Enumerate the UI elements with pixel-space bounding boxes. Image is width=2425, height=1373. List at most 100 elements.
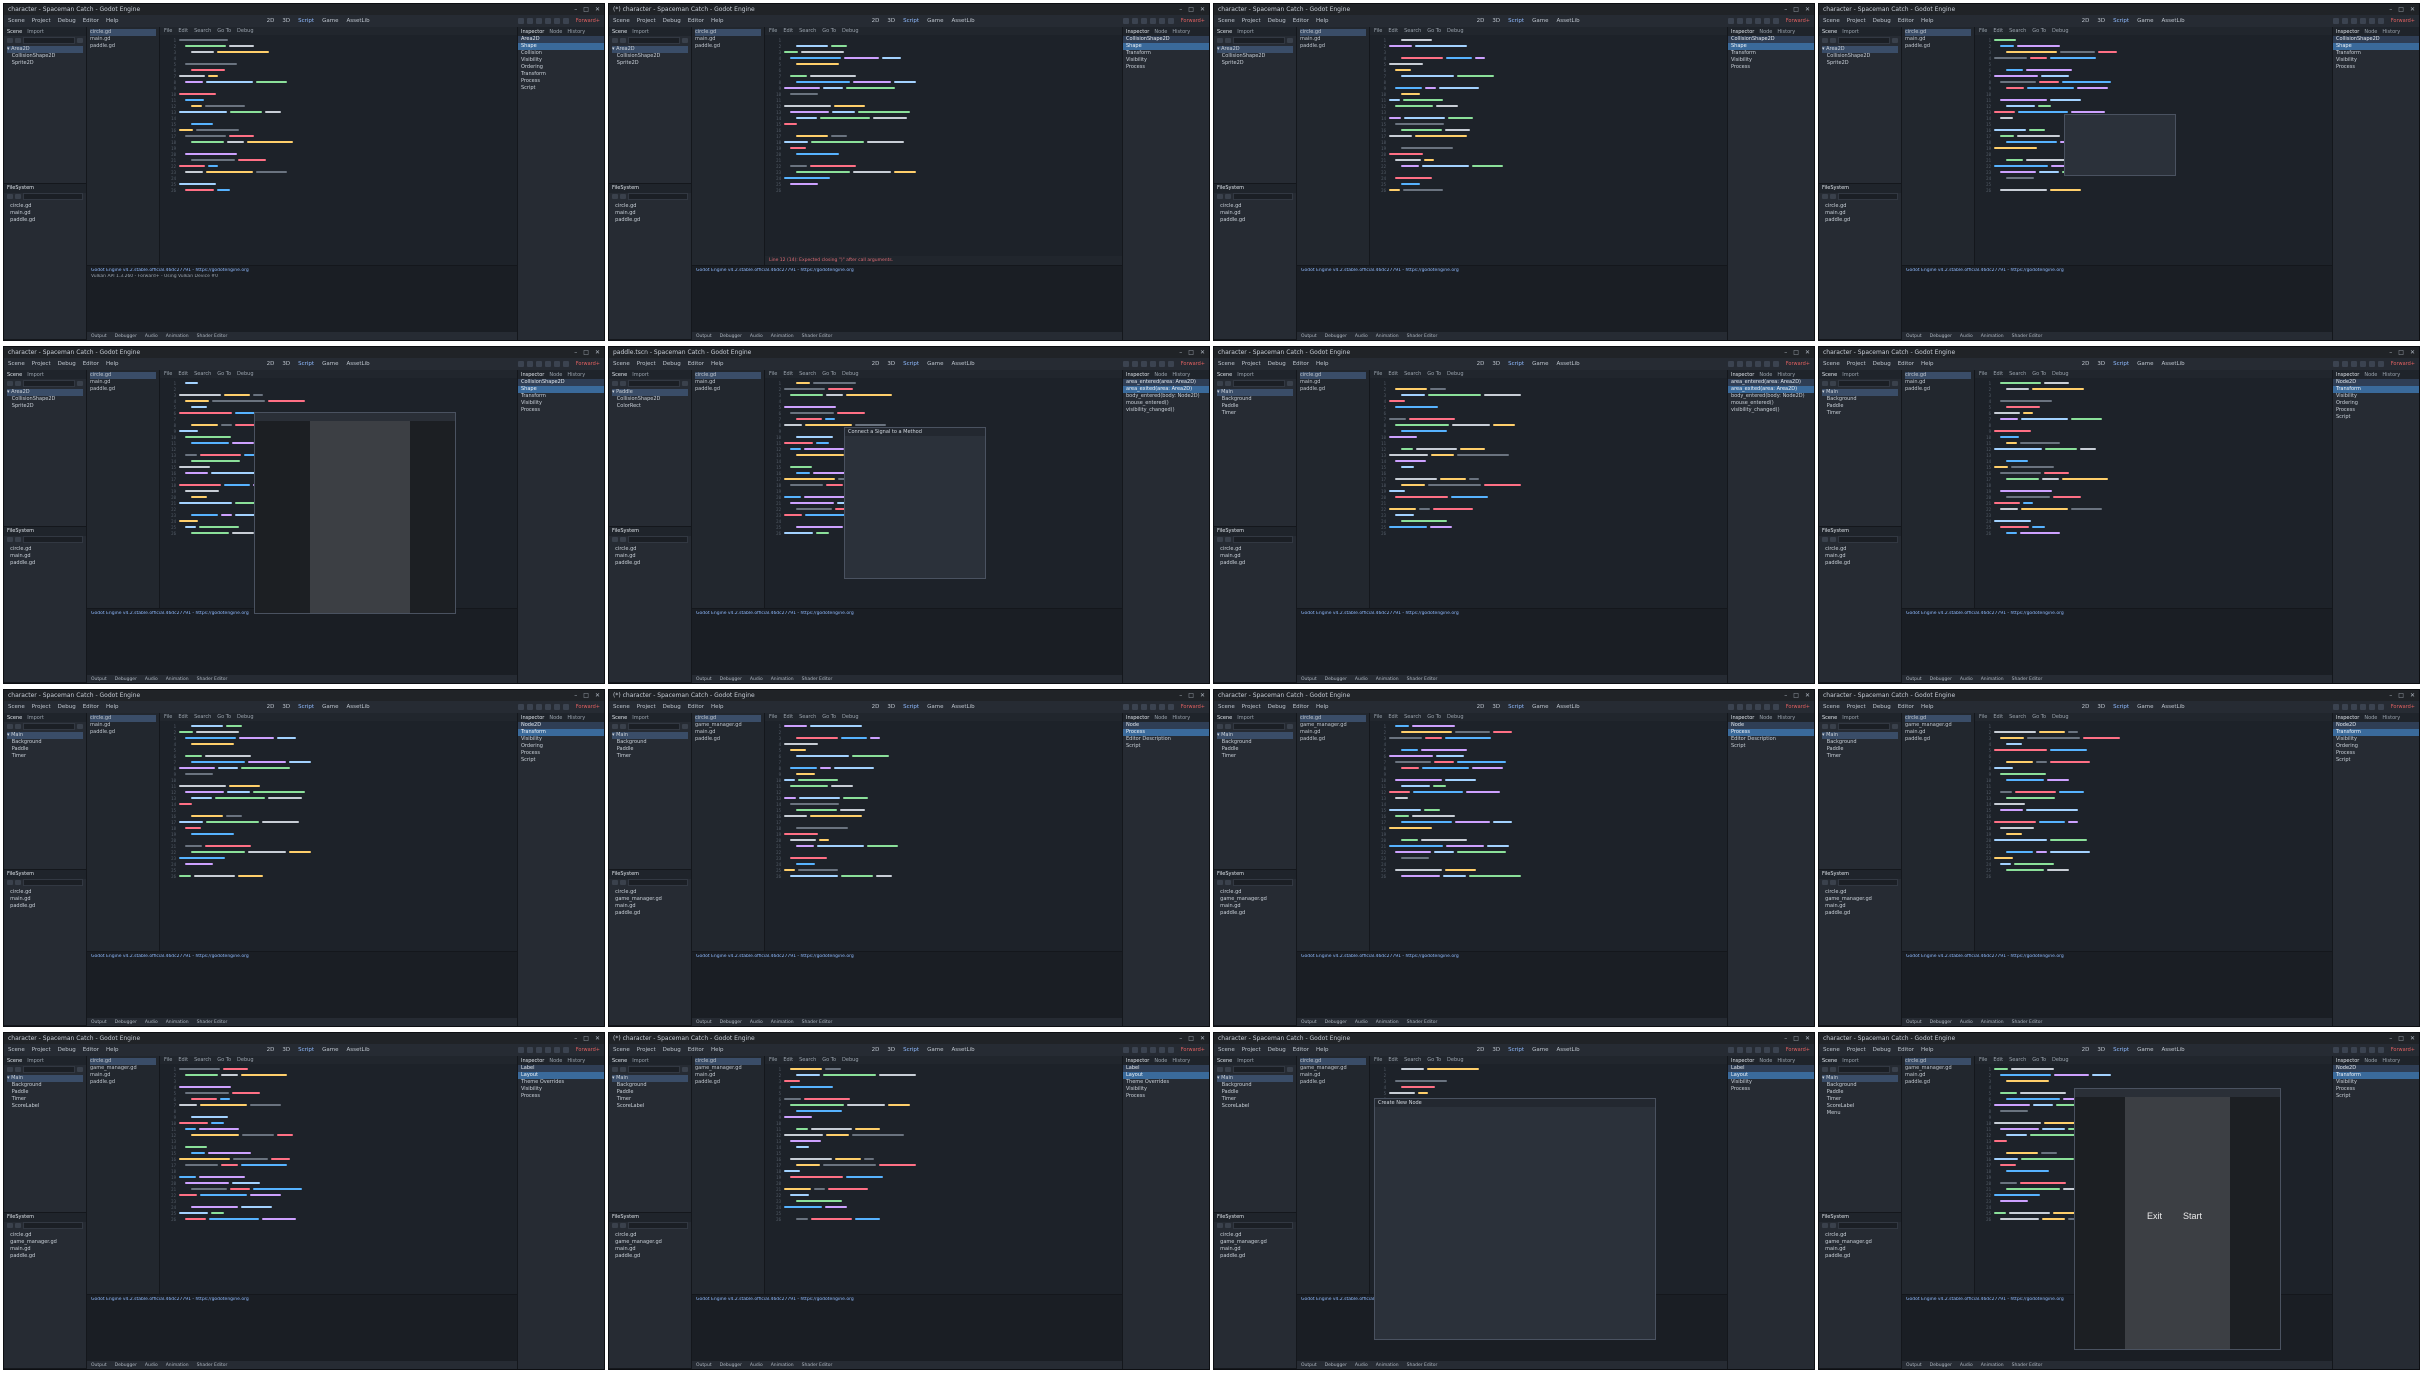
minimize-icon[interactable]: – xyxy=(2389,1035,2392,1042)
link-icon[interactable] xyxy=(620,1066,626,1072)
menu-project[interactable]: Project xyxy=(32,1047,51,1053)
workspace-assetlib[interactable]: AssetLib xyxy=(346,1047,369,1053)
play-icon[interactable] xyxy=(517,1047,524,1053)
tab-inspector[interactable]: Inspector xyxy=(521,1058,544,1064)
tab-scene[interactable]: Scene xyxy=(612,29,627,35)
path-input[interactable] xyxy=(23,879,83,886)
add-node-icon[interactable] xyxy=(1217,723,1223,729)
tab-import[interactable]: Import xyxy=(27,29,44,35)
inspector-section[interactable]: area_exited(area: Area2D) xyxy=(1123,386,1209,393)
minimize-icon[interactable]: – xyxy=(1784,6,1787,13)
back-icon[interactable] xyxy=(612,194,618,199)
workspace-game[interactable]: Game xyxy=(2137,361,2153,367)
tab-filesystem[interactable]: FileSystem xyxy=(7,528,34,534)
inspector-section[interactable]: Ordering xyxy=(518,64,604,71)
scene-tree-item[interactable]: ▾ Main xyxy=(1822,389,1898,396)
script-list-item[interactable]: main.gd xyxy=(90,1072,156,1079)
play-scene-icon[interactable] xyxy=(1754,18,1761,24)
play-scene-icon[interactable] xyxy=(1149,18,1156,24)
filter-nodes-input[interactable] xyxy=(628,379,680,387)
play-icon[interactable] xyxy=(1727,18,1734,24)
menu-scene[interactable]: Scene xyxy=(8,704,25,710)
menu-editor[interactable]: Editor xyxy=(83,1047,99,1053)
tab-inspector[interactable]: Inspector xyxy=(2336,29,2359,35)
inspector-section[interactable]: Process xyxy=(1123,729,1209,736)
add-node-icon[interactable] xyxy=(1822,1066,1828,1072)
tab-scene[interactable]: Scene xyxy=(612,372,627,378)
menu-help[interactable]: Help xyxy=(711,1047,724,1053)
script-list-item[interactable]: circle.gd xyxy=(1300,1058,1366,1065)
stop-icon[interactable] xyxy=(1140,1047,1147,1053)
tab-shader-editor[interactable]: Shader Editor xyxy=(1407,334,1438,339)
file-tree-item[interactable]: circle.gd xyxy=(612,889,688,896)
script-list-item[interactable]: paddle.gd xyxy=(90,729,156,736)
forward-icon[interactable] xyxy=(1225,537,1231,542)
back-icon[interactable] xyxy=(1822,194,1828,199)
scene-tree-item[interactable]: Background xyxy=(1822,396,1898,403)
filter-nodes-input[interactable] xyxy=(628,722,680,730)
link-icon[interactable] xyxy=(1225,1066,1231,1072)
link-icon[interactable] xyxy=(15,37,21,43)
script-list-item[interactable]: circle.gd xyxy=(1905,372,1971,379)
inspector-section[interactable]: Visibility xyxy=(518,57,604,64)
scene-tree-item[interactable]: Sprite2D xyxy=(7,403,83,410)
inspector-section[interactable]: Script xyxy=(2333,1093,2419,1100)
inspector-section[interactable]: Process xyxy=(1728,64,1814,71)
tab-import[interactable]: Import xyxy=(632,715,649,721)
renderer-selector[interactable]: Forward+ xyxy=(1786,704,1810,710)
menu-editor[interactable]: Editor xyxy=(83,361,99,367)
editor-menu-edit[interactable]: Edit xyxy=(783,1057,793,1063)
tab-history[interactable]: History xyxy=(2382,715,2400,721)
minimize-icon[interactable]: – xyxy=(1179,692,1182,699)
add-node-icon[interactable] xyxy=(612,37,618,43)
editor-menu-debug[interactable]: Debug xyxy=(842,1057,858,1063)
script-list-item[interactable]: circle.gd xyxy=(1905,1058,1971,1065)
tab-debugger[interactable]: Debugger xyxy=(720,1363,742,1368)
tab-history[interactable]: History xyxy=(567,372,585,378)
script-list-item[interactable]: main.gd xyxy=(90,36,156,43)
workspace-2d[interactable]: 2D xyxy=(872,361,880,367)
editor-menu-debug[interactable]: Debug xyxy=(237,28,253,34)
menu-debug[interactable]: Debug xyxy=(663,361,681,367)
tab-scene[interactable]: Scene xyxy=(7,372,22,378)
close-icon[interactable]: ✕ xyxy=(1805,349,1810,356)
file-tree-item[interactable]: main.gd xyxy=(1822,210,1898,217)
menu-debug[interactable]: Debug xyxy=(58,1047,76,1053)
script-list-item[interactable]: game_manager.gd xyxy=(90,1065,156,1072)
editor-menu-file[interactable]: File xyxy=(164,28,172,34)
tab-inspector[interactable]: Inspector xyxy=(521,372,544,378)
filter-nodes-input[interactable] xyxy=(23,379,75,387)
editor-menu-search[interactable]: Search xyxy=(2009,1057,2026,1063)
tab-import[interactable]: Import xyxy=(1237,29,1254,35)
minimize-icon[interactable]: – xyxy=(574,692,577,699)
menu-debug[interactable]: Debug xyxy=(1268,18,1286,24)
editor-menu-go-to[interactable]: Go To xyxy=(2032,1057,2046,1063)
tab-history[interactable]: History xyxy=(1172,29,1190,35)
tab-audio[interactable]: Audio xyxy=(1355,1020,1368,1025)
filter-nodes-input[interactable] xyxy=(1233,1065,1285,1073)
tab-debugger[interactable]: Debugger xyxy=(115,1020,137,1025)
tab-node[interactable]: Node xyxy=(1759,29,1772,35)
workspace-script[interactable]: Script xyxy=(298,18,314,24)
movie-icon[interactable] xyxy=(2377,1047,2384,1053)
stop-icon[interactable] xyxy=(2350,18,2357,24)
editor-menu-file[interactable]: File xyxy=(1979,1057,1987,1063)
stop-icon[interactable] xyxy=(1140,704,1147,710)
menu-editor[interactable]: Editor xyxy=(1898,1047,1914,1053)
inspector-section[interactable]: Transform xyxy=(2333,729,2419,736)
filter-nodes-input[interactable] xyxy=(1233,36,1285,44)
scene-tree-item[interactable]: Timer xyxy=(7,753,83,760)
workspace-2d[interactable]: 2D xyxy=(872,18,880,24)
stop-icon[interactable] xyxy=(1140,18,1147,24)
scene-tree-item[interactable]: ▾ Main xyxy=(612,1075,688,1082)
editor-menu-go-to[interactable]: Go To xyxy=(1427,28,1441,34)
menu-project[interactable]: Project xyxy=(1847,18,1866,24)
script-list-item[interactable]: paddle.gd xyxy=(1300,43,1366,50)
search-icon[interactable] xyxy=(1287,723,1293,729)
play-custom-icon[interactable] xyxy=(2368,18,2375,24)
tab-inspector[interactable]: Inspector xyxy=(2336,715,2359,721)
script-list-item[interactable]: circle.gd xyxy=(695,715,761,722)
menu-project[interactable]: Project xyxy=(1242,361,1261,367)
link-icon[interactable] xyxy=(1225,723,1231,729)
tab-shader-editor[interactable]: Shader Editor xyxy=(2012,1363,2043,1368)
